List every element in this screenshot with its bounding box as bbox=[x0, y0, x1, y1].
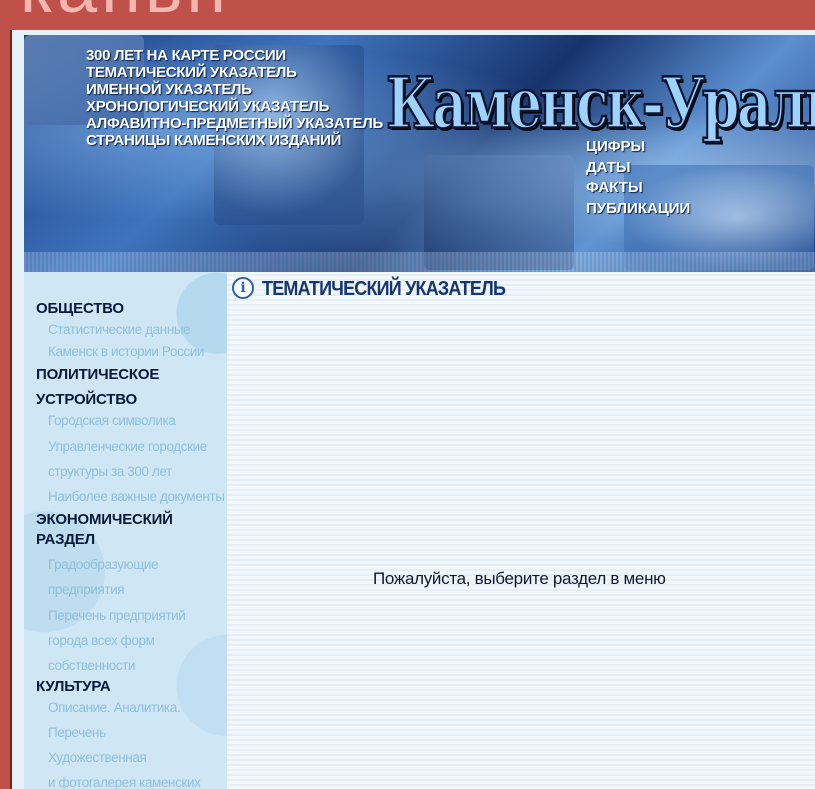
sidebar-item-city-forming-1[interactable]: Градообразующие bbox=[24, 554, 227, 576]
sidebar-nav: ОБЩЕСТВО Статистические данные Каменск в… bbox=[24, 272, 227, 789]
banner-link-kamensk-editions[interactable]: СТРАНИЦЫ КАМЕНСКИХ ИЗДАНИЙ bbox=[86, 132, 383, 149]
sidebar-item-key-documents[interactable]: Наиболее важные документы bbox=[24, 486, 227, 508]
select-section-prompt: Пожалуйста, выберите раздел в меню bbox=[373, 569, 666, 588]
sidebar-item-city-forming-2[interactable]: предприятия bbox=[24, 579, 227, 601]
sidebar-item-management-2[interactable]: структуры за 300 лет bbox=[24, 461, 227, 483]
sidebar-heading-culture[interactable]: КУЛЬТУРА bbox=[24, 677, 227, 697]
sidebar-item-kamensk-history[interactable]: Каменск в истории России bbox=[24, 341, 227, 363]
page: 300 ЛЕТ НА КАРТЕ РОССИИ ТЕМАТИЧЕСКИЙ УКА… bbox=[10, 30, 815, 789]
sidebar-item-management-1[interactable]: Управленческие городские bbox=[24, 436, 227, 458]
banner-link-thematic-index[interactable]: ТЕМАТИЧЕСКИЙ УКАЗАТЕЛЬ bbox=[86, 64, 383, 81]
sidebar-item-enterprises-1[interactable]: Перечень предприятий bbox=[24, 605, 227, 627]
sidebar-item-enterprises-2[interactable]: города всех форм bbox=[24, 630, 227, 652]
sidebar-item-description[interactable]: Описание. Аналитика. bbox=[24, 697, 227, 719]
banner-nav-menu: 300 ЛЕТ НА КАРТЕ РОССИИ ТЕМАТИЧЕСКИЙ УКА… bbox=[86, 47, 383, 149]
sidebar-item-enterprises-3[interactable]: собственности bbox=[24, 655, 227, 677]
banner-fact-facts: ФАКТЫ bbox=[586, 179, 643, 196]
sidebar-item-city-symbols[interactable]: Городская символика bbox=[24, 410, 227, 432]
banner-fact-publications: ПУБЛИКАЦИИ bbox=[586, 199, 691, 217]
banner-fact-dates: ДАТЫ bbox=[586, 158, 631, 176]
banner-link-chronological-index[interactable]: ХРОНОЛОГИЧЕСКИЙ УКАЗАТЕЛЬ bbox=[86, 98, 383, 115]
frame-heading: каньн bbox=[20, 0, 230, 24]
banner-divider-strip bbox=[24, 252, 815, 272]
banner-link-alphabetical-index[interactable]: АЛФАВИТНО-ПРЕДМЕТНЫЙ УКАЗАТЕЛЬ bbox=[86, 115, 383, 132]
sidebar-item-list[interactable]: Перечень bbox=[24, 722, 227, 744]
banner-facts-list: ЦИФРЫ ДАТЫ ФАКТЫ ПУБЛИКАЦИИ bbox=[586, 137, 690, 219]
header-banner: 300 ЛЕТ НА КАРТЕ РОССИИ ТЕМАТИЧЕСКИЙ УКА… bbox=[24, 35, 815, 272]
sidebar-item-statistics[interactable]: Статистические данные bbox=[24, 319, 227, 341]
sidebar-heading-economic[interactable]: ЭКОНОМИЧЕСКИЙ РАЗДЕЛ bbox=[24, 510, 227, 550]
banner-link-300-years[interactable]: 300 ЛЕТ НА КАРТЕ РОССИИ bbox=[86, 47, 383, 64]
page-title-text: ТЕМАТИЧЕСКИЙ УКАЗАТЕЛЬ bbox=[262, 275, 506, 299]
page-title: i ТЕМАТИЧЕСКИЙ УКАЗАТЕЛЬ bbox=[232, 275, 506, 299]
sidebar-heading-political-1[interactable]: ПОЛИТИЧЕСКОЕ bbox=[24, 365, 227, 385]
info-icon: i bbox=[232, 277, 254, 299]
sidebar-heading-political-2[interactable]: УСТРОЙСТВО bbox=[24, 390, 227, 410]
sidebar-item-gallery-2[interactable]: и фотогалерея каменских bbox=[24, 772, 227, 789]
banner-fact-numbers: ЦИФРЫ bbox=[586, 138, 646, 155]
logo-city-name: Каменск-Уральский bbox=[385, 60, 815, 146]
banner-link-name-index[interactable]: ИМЕННОЙ УКАЗАТЕЛЬ bbox=[86, 81, 383, 98]
sidebar-heading-society[interactable]: ОБЩЕСТВО bbox=[24, 299, 227, 319]
main-content: i ТЕМАТИЧЕСКИЙ УКАЗАТЕЛЬ Пожалуйста, выб… bbox=[227, 272, 815, 789]
sidebar-item-gallery-1[interactable]: Художественная bbox=[24, 747, 227, 769]
